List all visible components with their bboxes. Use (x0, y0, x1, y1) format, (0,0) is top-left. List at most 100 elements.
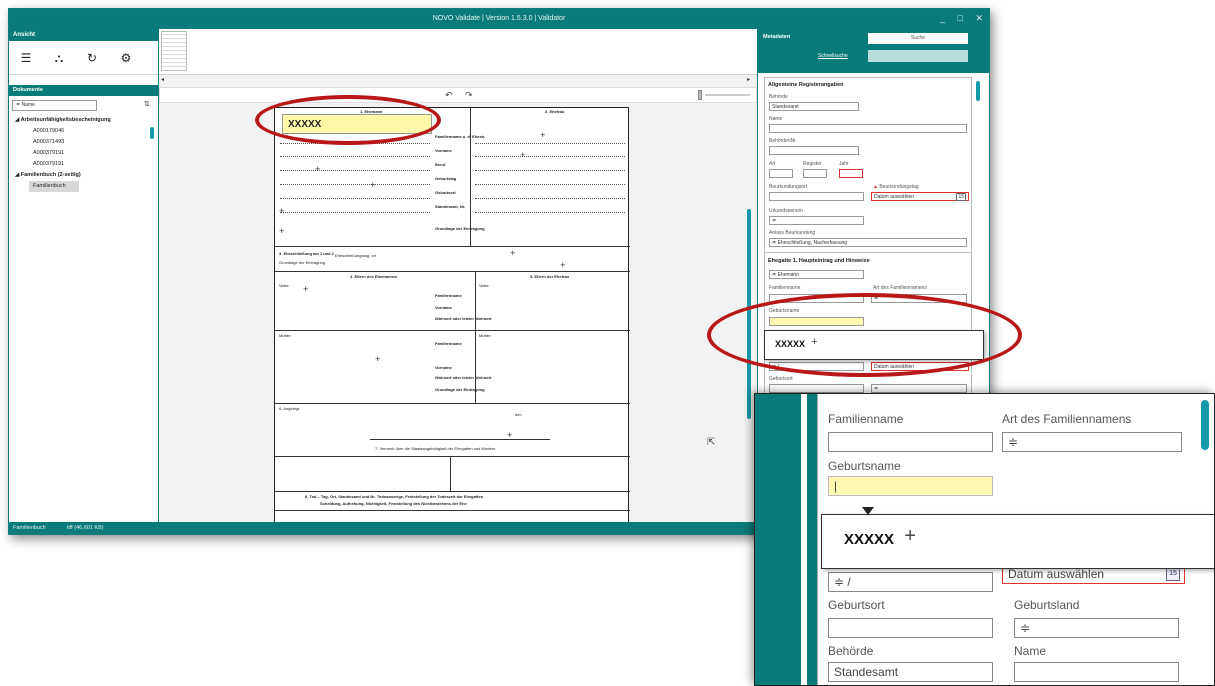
art-input[interactable] (769, 169, 793, 178)
geburtsort-input[interactable] (828, 618, 993, 638)
anlass-select[interactable]: ≑ Eheschließung, Nacherfassung (769, 238, 967, 247)
field-label: Art des Familiennamens (1002, 412, 1132, 426)
field-label: Geburtsland (1014, 598, 1080, 612)
doc-section-label: 4. Eltern des Ehemannes (350, 274, 398, 279)
doc-handwritten-mark: + (315, 164, 321, 174)
tree-node[interactable]: ◢ Arbeitsunfähigkeitsbescheinigung (9, 115, 149, 126)
geburtsland-select[interactable]: ≑ (1014, 618, 1179, 638)
gear-icon[interactable]: ⚙ (119, 51, 133, 65)
inset-scrollbar[interactable] (1201, 400, 1209, 450)
geburtsname-input[interactable]: | (828, 476, 993, 496)
view-toolbar: ☰ ⛬ ↻ ⚙ (9, 41, 158, 75)
geburtsland-select[interactable]: ≑ (871, 384, 967, 393)
geburtsort-input[interactable] (769, 384, 864, 393)
calendar-icon[interactable]: 15 (956, 193, 966, 201)
doc-line (450, 456, 451, 491)
doc-field-label: Vorname (435, 148, 452, 153)
next-arrow-icon[interactable]: ▸ (747, 76, 750, 83)
callout-pointer-icon (862, 507, 874, 515)
doc-field-label: 6. Angelegt (279, 406, 300, 411)
doc-handwritten-mark: + (303, 284, 309, 294)
metadata-title: Metadaten (763, 34, 791, 40)
maximize-button[interactable]: □ (958, 13, 963, 23)
doc-field-label: Geburtstag (435, 176, 457, 181)
annotation-ellipse (255, 95, 441, 145)
left-scrollbar[interactable] (150, 117, 154, 517)
status-document: Familienbuch (13, 525, 46, 531)
doc-field-label: den (515, 412, 522, 417)
tree-leaf[interactable]: A000379191 (9, 159, 149, 170)
quick-search-link[interactable]: Schnellsuche (818, 53, 848, 59)
tree-leaf[interactable]: A000371493 (9, 137, 149, 148)
viewer-toolbar: ↶ ↷ (159, 87, 757, 103)
tree-leaf[interactable]: A000179046 (9, 126, 149, 137)
select-field[interactable]: ≑ / (828, 572, 993, 592)
doc-field-label: Vorname (435, 305, 452, 310)
page-thumbnail[interactable] (161, 31, 187, 71)
name-input[interactable] (769, 124, 967, 133)
calendar-icon[interactable]: 15 (1166, 567, 1180, 581)
doc-line (475, 271, 476, 403)
document-filter: ≑ Name ⇅ (9, 99, 158, 113)
window-title: NOVO Validate | Version 1.5.3.0 | Valida… (432, 15, 566, 22)
doc-handwritten-mark: + (560, 260, 566, 270)
filter-select[interactable]: ≑ Name (12, 100, 97, 111)
ocr-callout-text: XXXXX (844, 531, 895, 548)
doc-field-label: Familienname (435, 293, 462, 298)
scroll-thumb[interactable] (976, 81, 980, 101)
doc-dotted-line (475, 143, 625, 144)
list-view-icon[interactable]: ☰ (19, 51, 33, 65)
field-label: Behörde (769, 94, 788, 100)
field-label: Register (803, 161, 822, 167)
name-input[interactable] (1014, 662, 1179, 682)
tree-leaf[interactable]: A000379191 (9, 148, 149, 159)
doc-field-label: Standesamt, Nr. (435, 204, 466, 209)
field-label: ▲ Beurkundungstag (873, 184, 919, 190)
tree-node[interactable]: ◢ Familienbuch (2-seitig) (9, 170, 149, 181)
urkundsperson-select[interactable]: ≑ (769, 216, 864, 225)
doc-field-label: Mutter: (279, 333, 292, 338)
spouse-select[interactable]: ≑ Ehemann (769, 270, 864, 279)
doc-handwritten-mark: + (279, 206, 285, 216)
minimize-button[interactable]: _ (940, 13, 945, 23)
quick-search-input[interactable] (868, 50, 968, 62)
art-familienname-select[interactable]: ≑ (1002, 432, 1182, 452)
doc-field-label: Grundlage der Eintragung (279, 260, 326, 265)
doc-handwritten-mark: + (510, 248, 516, 258)
close-button[interactable]: ✕ (975, 13, 983, 23)
tree-leaf-selected[interactable]: Familienbuch (29, 181, 79, 192)
jahr-input[interactable] (839, 169, 863, 178)
search-input[interactable]: Suche (868, 33, 968, 44)
behoerde-input[interactable]: Standesamt (769, 102, 859, 111)
rotate-right-icon[interactable]: ↷ (465, 90, 473, 101)
refresh-icon[interactable]: ↻ (85, 51, 99, 65)
doc-field-label: Vater: (479, 283, 490, 288)
field-label: Geburtsort (769, 376, 793, 382)
rotate-left-icon[interactable]: ↶ (445, 90, 453, 101)
doc-dotted-line (280, 198, 430, 199)
beurkundungstag-datepicker[interactable]: Datum auswählen 15 (871, 192, 969, 201)
zoom-slider-track[interactable] (705, 94, 750, 96)
register-input[interactable] (803, 169, 827, 178)
scroll-thumb[interactable] (150, 127, 154, 139)
doc-section-label: 5. Eltern der Ehefrau (530, 274, 570, 279)
behoerde-nr-input[interactable] (769, 146, 859, 155)
zoom-slider-knob[interactable] (698, 90, 702, 100)
section-title: Ehegatte 1, Haupteintrag und Hinweise (768, 258, 870, 264)
familienname-input[interactable] (828, 432, 993, 452)
doc-field-label: Wohnort oder letzter Wohnort (435, 375, 492, 380)
doc-field-label: Vorname (435, 365, 452, 370)
doc-dotted-line (475, 184, 625, 185)
field-label: Familienname (769, 285, 801, 291)
behoerde-input[interactable]: Standesamt (828, 662, 993, 682)
hierarchy-icon[interactable]: ⛬ (52, 51, 66, 65)
zoomed-inset: Familienname Art des Familiennamens ≑ Ge… (754, 393, 1215, 686)
doc-section-label: 7. Vermerk über die Staatsangehörigkeit … (375, 446, 496, 451)
prev-arrow-icon[interactable]: ◂ (161, 76, 164, 83)
doc-line (275, 403, 630, 404)
beurkundungsort-input[interactable] (769, 192, 864, 201)
left-panel: Ansicht ☰ ⛬ ↻ ⚙ Dokumente ≑ Name ⇅ ◢ Arb… (9, 29, 159, 524)
sort-icon[interactable]: ⇅ (144, 100, 150, 108)
window-controls: _ □ ✕ (930, 13, 983, 24)
thumbnail-strip (159, 29, 757, 75)
